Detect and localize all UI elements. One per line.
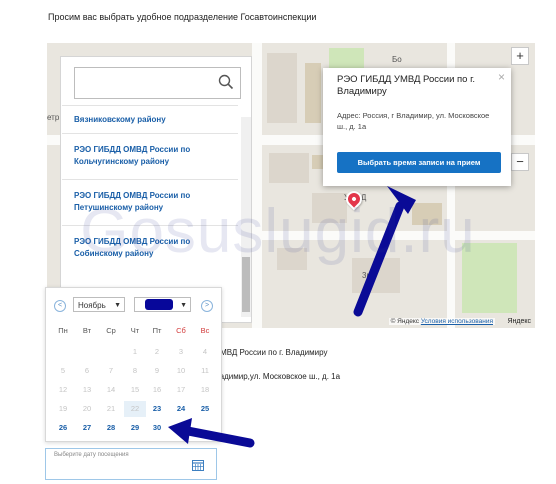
watermark: Gosuslugid.ru bbox=[80, 197, 476, 266]
annotation-arrow-icon bbox=[168, 418, 255, 448]
